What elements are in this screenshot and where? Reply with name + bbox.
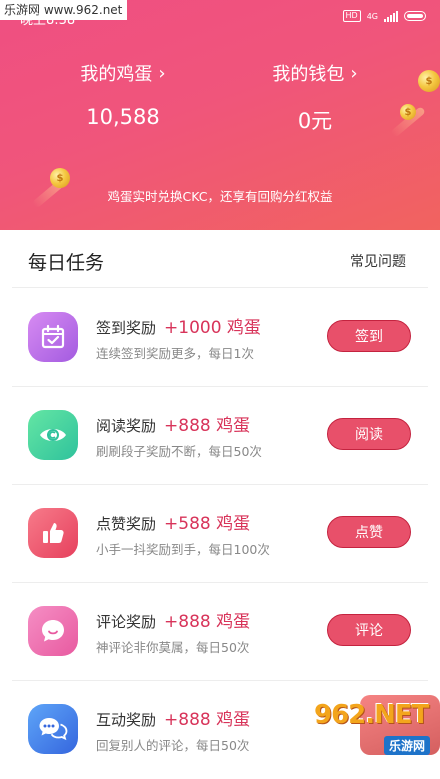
signal-icon xyxy=(384,10,398,22)
task-name: 点赞奖励 xyxy=(96,515,157,533)
thumbs-up-icon xyxy=(28,508,78,558)
my-wallet-value: 0元 xyxy=(297,109,333,133)
comment-button[interactable]: 评论 xyxy=(327,614,411,646)
task-description: 刷刷段子奖励不断，每日50次 xyxy=(96,444,262,459)
battery-icon xyxy=(404,11,426,21)
task-row-like: 点赞奖励 +588 鸡蛋 小手一抖奖励到手，每日100次 点赞 xyxy=(0,485,440,583)
chat-dots-icon xyxy=(28,704,78,754)
task-row-read: 阅读奖励 +888 鸡蛋 刷刷段子奖励不断，每日50次 阅读 xyxy=(0,387,440,485)
read-button[interactable]: 阅读 xyxy=(327,418,411,450)
daily-tasks-header: 每日任务 常见问题 xyxy=(0,230,440,288)
status-time: 晚上8:38 xyxy=(20,13,76,28)
task-description: 回复别人的评论，每日50次 xyxy=(96,738,250,753)
logo-text: 962.NET xyxy=(314,700,429,730)
like-button[interactable]: 点赞 xyxy=(327,516,411,548)
task-description: 小手一抖奖励到手，每日100次 xyxy=(96,542,270,557)
my-wallet-link[interactable]: 我的钱包 › 0元 xyxy=(215,60,415,135)
my-eggs-label: 我的鸡蛋 xyxy=(80,64,153,85)
task-reward: +888 鸡蛋 xyxy=(164,710,251,730)
task-name: 评论奖励 xyxy=(96,613,157,631)
task-description: 连续签到奖励更多，每日1次 xyxy=(96,346,254,361)
my-eggs-link[interactable]: 我的鸡蛋 › 10,588 xyxy=(23,60,223,130)
task-row-comment: 评论奖励 +888 鸡蛋 神评论非你莫属，每日50次 评论 xyxy=(0,583,440,681)
eye-icon xyxy=(28,410,78,460)
task-reward: +588 鸡蛋 xyxy=(164,514,251,534)
task-reward: +1000 鸡蛋 xyxy=(164,318,261,338)
faq-link[interactable]: 常见问题 xyxy=(350,251,406,271)
task-reward: +888 鸡蛋 xyxy=(164,416,251,436)
wallet-header: 乐游网 www.962.net 晚上8:38 HD 4G 我的鸡蛋 › 10,5… xyxy=(0,0,440,230)
signin-button[interactable]: 签到 xyxy=(327,320,411,352)
task-reward: +888 鸡蛋 xyxy=(164,612,251,632)
site-logo: 962.NET 乐游网 xyxy=(302,700,434,755)
chevron-right-icon: › xyxy=(158,62,166,84)
status-indicators: HD 4G xyxy=(342,10,426,22)
hd-badge: HD xyxy=(342,10,361,22)
coin-icon xyxy=(50,168,70,188)
calendar-check-icon xyxy=(28,312,78,362)
chat-bubble-icon xyxy=(28,606,78,656)
exchange-note: 鸡蛋实时兑换CKC，还享有回购分红权益 xyxy=(107,189,333,204)
task-name: 互动奖励 xyxy=(96,711,157,729)
chevron-right-icon: › xyxy=(350,62,358,84)
logo-subtext: 乐游网 xyxy=(383,736,430,755)
task-row-signin: 签到奖励 +1000 鸡蛋 连续签到奖励更多，每日1次 签到 xyxy=(0,289,440,387)
task-description: 神评论非你莫属，每日50次 xyxy=(96,640,250,655)
my-eggs-value: 10,588 xyxy=(86,105,160,129)
section-title: 每日任务 xyxy=(28,252,105,274)
status-bar: 乐游网 www.962.net 晚上8:38 HD 4G xyxy=(0,0,440,36)
task-name: 阅读奖励 xyxy=(96,417,157,435)
network-type: 4G xyxy=(366,11,378,21)
task-name: 签到奖励 xyxy=(96,319,157,337)
coin-icon xyxy=(418,70,440,92)
my-wallet-label: 我的钱包 xyxy=(272,64,345,85)
divider xyxy=(12,287,428,288)
